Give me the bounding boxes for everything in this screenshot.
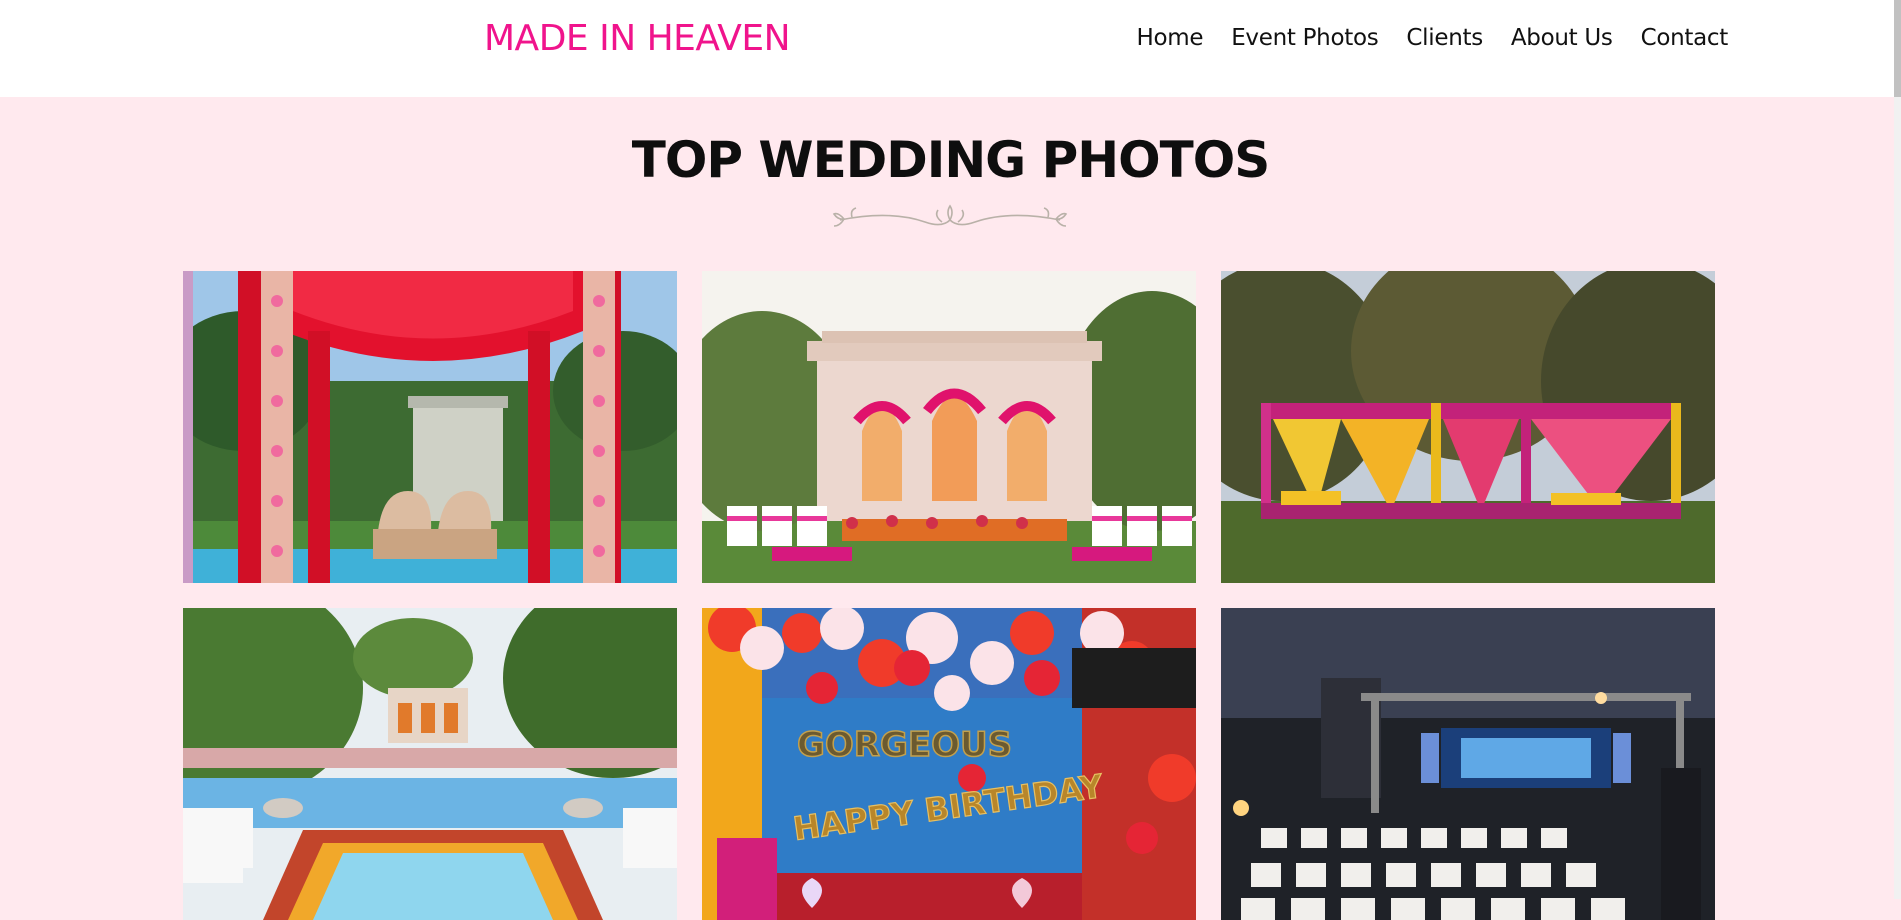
night-stage-photo bbox=[1221, 608, 1715, 920]
palace-stage-photo bbox=[702, 271, 1196, 583]
gazebo-photo bbox=[1221, 271, 1715, 583]
nav-item-event-photos: Event Photos bbox=[1231, 25, 1379, 51]
gallery-photo-5[interactable]: GORGEOUS HAPPY BIRTHDAY bbox=[702, 608, 1196, 920]
nav-link-contact[interactable]: Contact bbox=[1641, 25, 1729, 51]
birthday-text-gorgeous: GORGEOUS bbox=[797, 725, 1012, 765]
gallery-photo-3[interactable] bbox=[1221, 271, 1715, 583]
scrollbar-thumb[interactable] bbox=[1894, 0, 1901, 97]
nav-item-contact: Contact bbox=[1641, 25, 1729, 51]
header-navbar: MADE IN HEAVEN Home Event Photos Clients… bbox=[0, 0, 1901, 97]
brand-logo-link[interactable]: MADE IN HEAVEN bbox=[484, 18, 791, 59]
nav-link-home[interactable]: Home bbox=[1136, 25, 1203, 51]
mandap-photo bbox=[183, 271, 677, 583]
nav-link-about-us[interactable]: About Us bbox=[1511, 25, 1613, 51]
main-nav: Home Event Photos Clients About Us Conta… bbox=[1136, 25, 1728, 51]
gallery-photo-2[interactable] bbox=[702, 271, 1196, 583]
birthday-decor-photo: GORGEOUS HAPPY BIRTHDAY bbox=[702, 608, 1196, 920]
section-heading: TOP WEDDING PHOTOS bbox=[631, 131, 1271, 189]
nav-link-clients[interactable]: Clients bbox=[1406, 25, 1483, 51]
gallery-photo-4[interactable] bbox=[183, 608, 677, 920]
nav-link-event-photos[interactable]: Event Photos bbox=[1231, 25, 1379, 51]
nav-item-clients: Clients bbox=[1406, 25, 1483, 51]
poolside-photo bbox=[183, 608, 677, 920]
gallery-photo-6[interactable] bbox=[1221, 608, 1715, 920]
floral-divider-icon bbox=[832, 204, 1068, 227]
nav-item-about-us: About Us bbox=[1511, 25, 1613, 51]
gallery-photo-1[interactable] bbox=[183, 271, 677, 583]
nav-item-home: Home bbox=[1136, 25, 1203, 51]
